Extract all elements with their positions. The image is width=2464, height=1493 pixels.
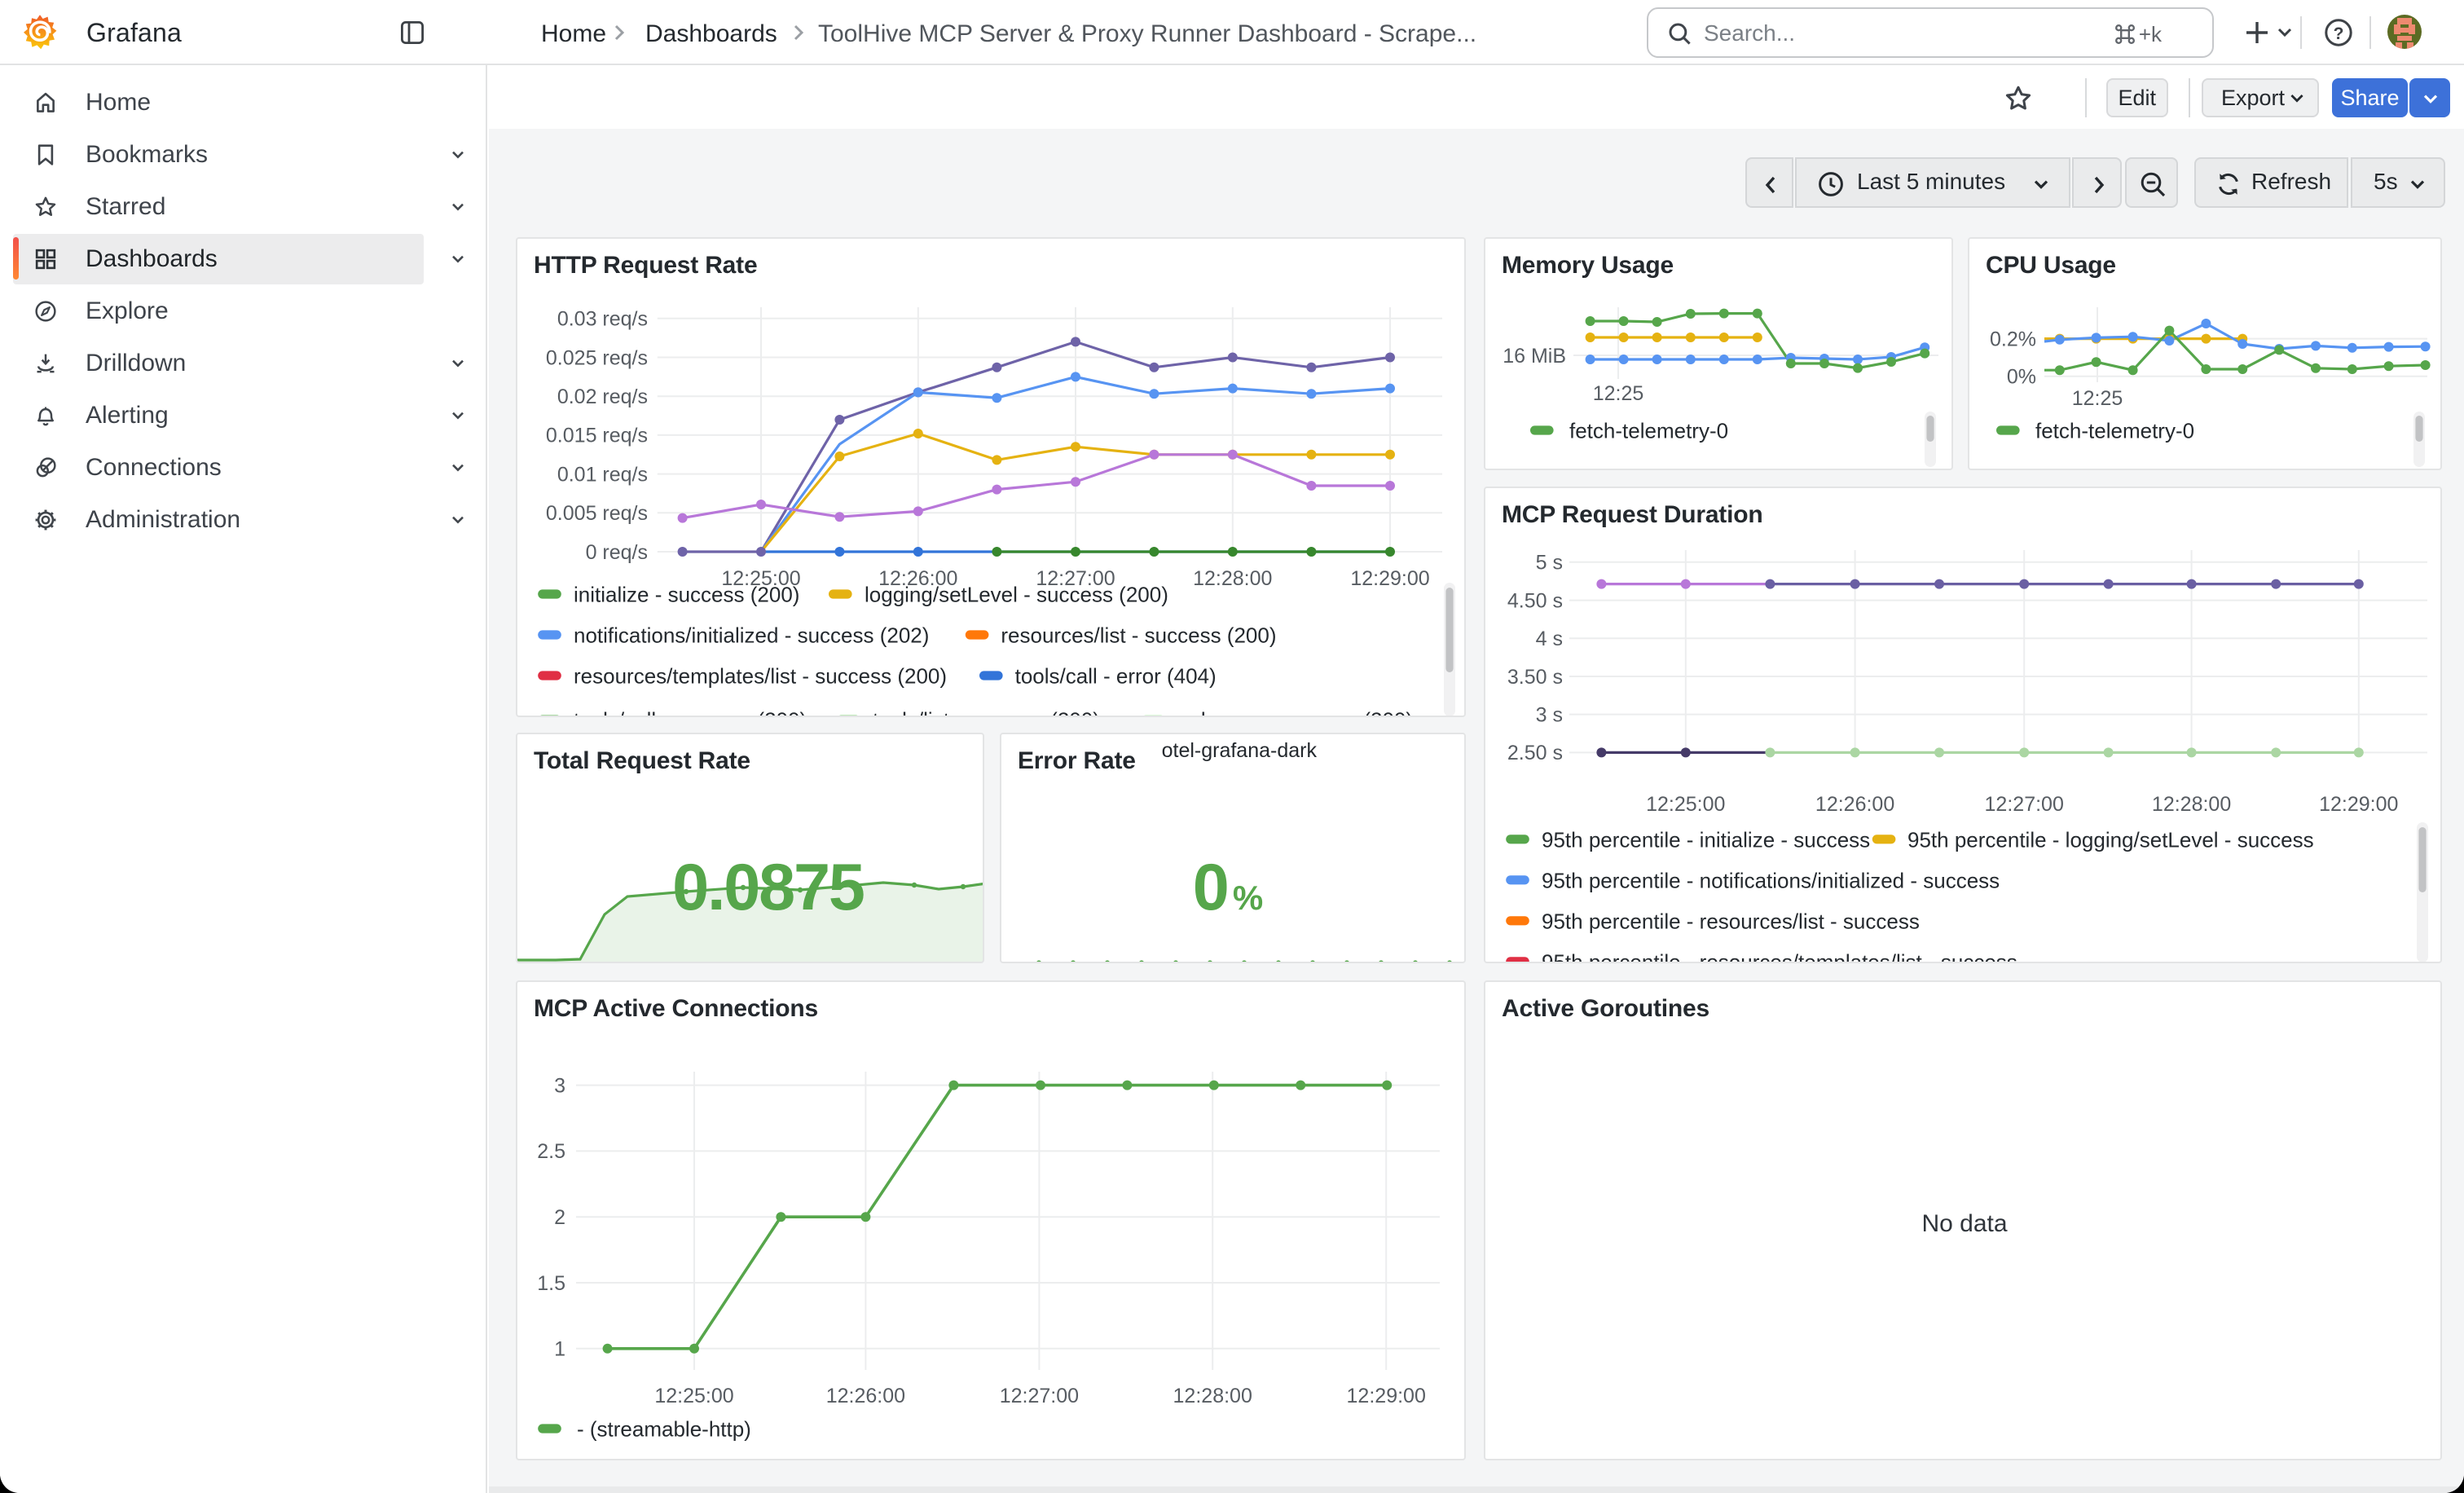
svg-text:2.5: 2.5 <box>537 1140 565 1163</box>
svg-text:fetch-telemetry-0: fetch-telemetry-0 <box>2035 419 2194 443</box>
svg-text:0 req/s: 0 req/s <box>586 541 648 564</box>
svg-text:5 s: 5 s <box>1536 552 1563 575</box>
svg-text:tools/list - success (200): tools/list - success (200) <box>873 708 1100 717</box>
svg-text:4 s: 4 s <box>1536 628 1563 650</box>
svg-text:12:29:00: 12:29:00 <box>1350 567 1429 590</box>
svg-text:0%: 0% <box>1193 851 1263 924</box>
svg-text:95th percentile - resources/te: 95th percentile - resources/templates/li… <box>1542 949 2017 963</box>
svg-text:0.015 req/s: 0.015 req/s <box>546 425 648 447</box>
svg-text:12:26:00: 12:26:00 <box>1815 793 1894 816</box>
svg-text:resources/templates/list - suc: resources/templates/list - success (200) <box>574 664 947 689</box>
svg-text:4.50 s: 4.50 s <box>1507 589 1563 612</box>
svg-text:12:27:00: 12:27:00 <box>1985 793 2064 816</box>
svg-text:tools/call - success (200): tools/call - success (200) <box>574 708 807 717</box>
svg-text:0.2%: 0.2% <box>1990 328 2036 350</box>
svg-text:0.0875: 0.0875 <box>672 851 864 924</box>
svg-text:unknown - success (200): unknown - success (200) <box>1177 708 1413 717</box>
svg-text:3.50 s: 3.50 s <box>1507 666 1563 689</box>
svg-text:0.025 req/s: 0.025 req/s <box>546 346 648 369</box>
svg-text:0%: 0% <box>2007 366 2036 389</box>
svg-text:12:28:00: 12:28:00 <box>2152 793 2231 816</box>
svg-text:logging/setLevel - success (20: logging/setLevel - success (200) <box>865 583 1168 607</box>
svg-text:95th percentile - initialize -: 95th percentile - initialize - success <box>1542 827 1870 852</box>
svg-text:95th percentile - resources/li: 95th percentile - resources/list - succe… <box>1542 909 1920 933</box>
svg-text:tools/call - error (404): tools/call - error (404) <box>1015 664 1217 689</box>
svg-text:3 s: 3 s <box>1536 703 1563 726</box>
svg-text:12:26:00: 12:26:00 <box>826 1385 905 1407</box>
svg-text:12:25:00: 12:25:00 <box>1646 793 1725 816</box>
svg-text:12:25: 12:25 <box>2072 387 2123 410</box>
svg-text:1: 1 <box>554 1338 565 1361</box>
svg-text:12:25: 12:25 <box>1593 382 1644 405</box>
svg-text:fetch-telemetry-0: fetch-telemetry-0 <box>1569 419 1728 443</box>
svg-text:12:25:00: 12:25:00 <box>654 1385 733 1407</box>
svg-text:95th percentile - logging/setL: 95th percentile - logging/setLevel - suc… <box>1907 827 2314 852</box>
svg-text:notifications/initialized - su: notifications/initialized - success (202… <box>574 623 929 648</box>
svg-text:0.03 req/s: 0.03 req/s <box>557 308 648 331</box>
svg-text:12:28:00: 12:28:00 <box>1193 567 1272 590</box>
svg-text:resources/list - success (200): resources/list - success (200) <box>1001 623 1276 648</box>
svg-text:12:28:00: 12:28:00 <box>1173 1385 1252 1407</box>
svg-text:1.5: 1.5 <box>537 1272 565 1295</box>
svg-text:- (streamable-http): - (streamable-http) <box>577 1417 751 1442</box>
svg-text:2: 2 <box>554 1206 565 1229</box>
svg-text:2.50 s: 2.50 s <box>1507 742 1563 764</box>
svg-text:12:27:00: 12:27:00 <box>1000 1385 1079 1407</box>
svg-text:16 MiB: 16 MiB <box>1503 345 1566 368</box>
svg-text:3: 3 <box>554 1074 565 1097</box>
svg-text:0.005 req/s: 0.005 req/s <box>546 502 648 525</box>
svg-text:95th percentile - notification: 95th percentile - notifications/initiali… <box>1542 868 2000 892</box>
svg-text:initialize - success (200): initialize - success (200) <box>574 583 799 607</box>
svg-text:12:29:00: 12:29:00 <box>1347 1385 1426 1407</box>
svg-text:0.01 req/s: 0.01 req/s <box>557 463 648 486</box>
svg-text:?: ? <box>2334 24 2344 43</box>
svg-text:12:29:00: 12:29:00 <box>2319 793 2398 816</box>
svg-text:0.02 req/s: 0.02 req/s <box>557 385 648 408</box>
